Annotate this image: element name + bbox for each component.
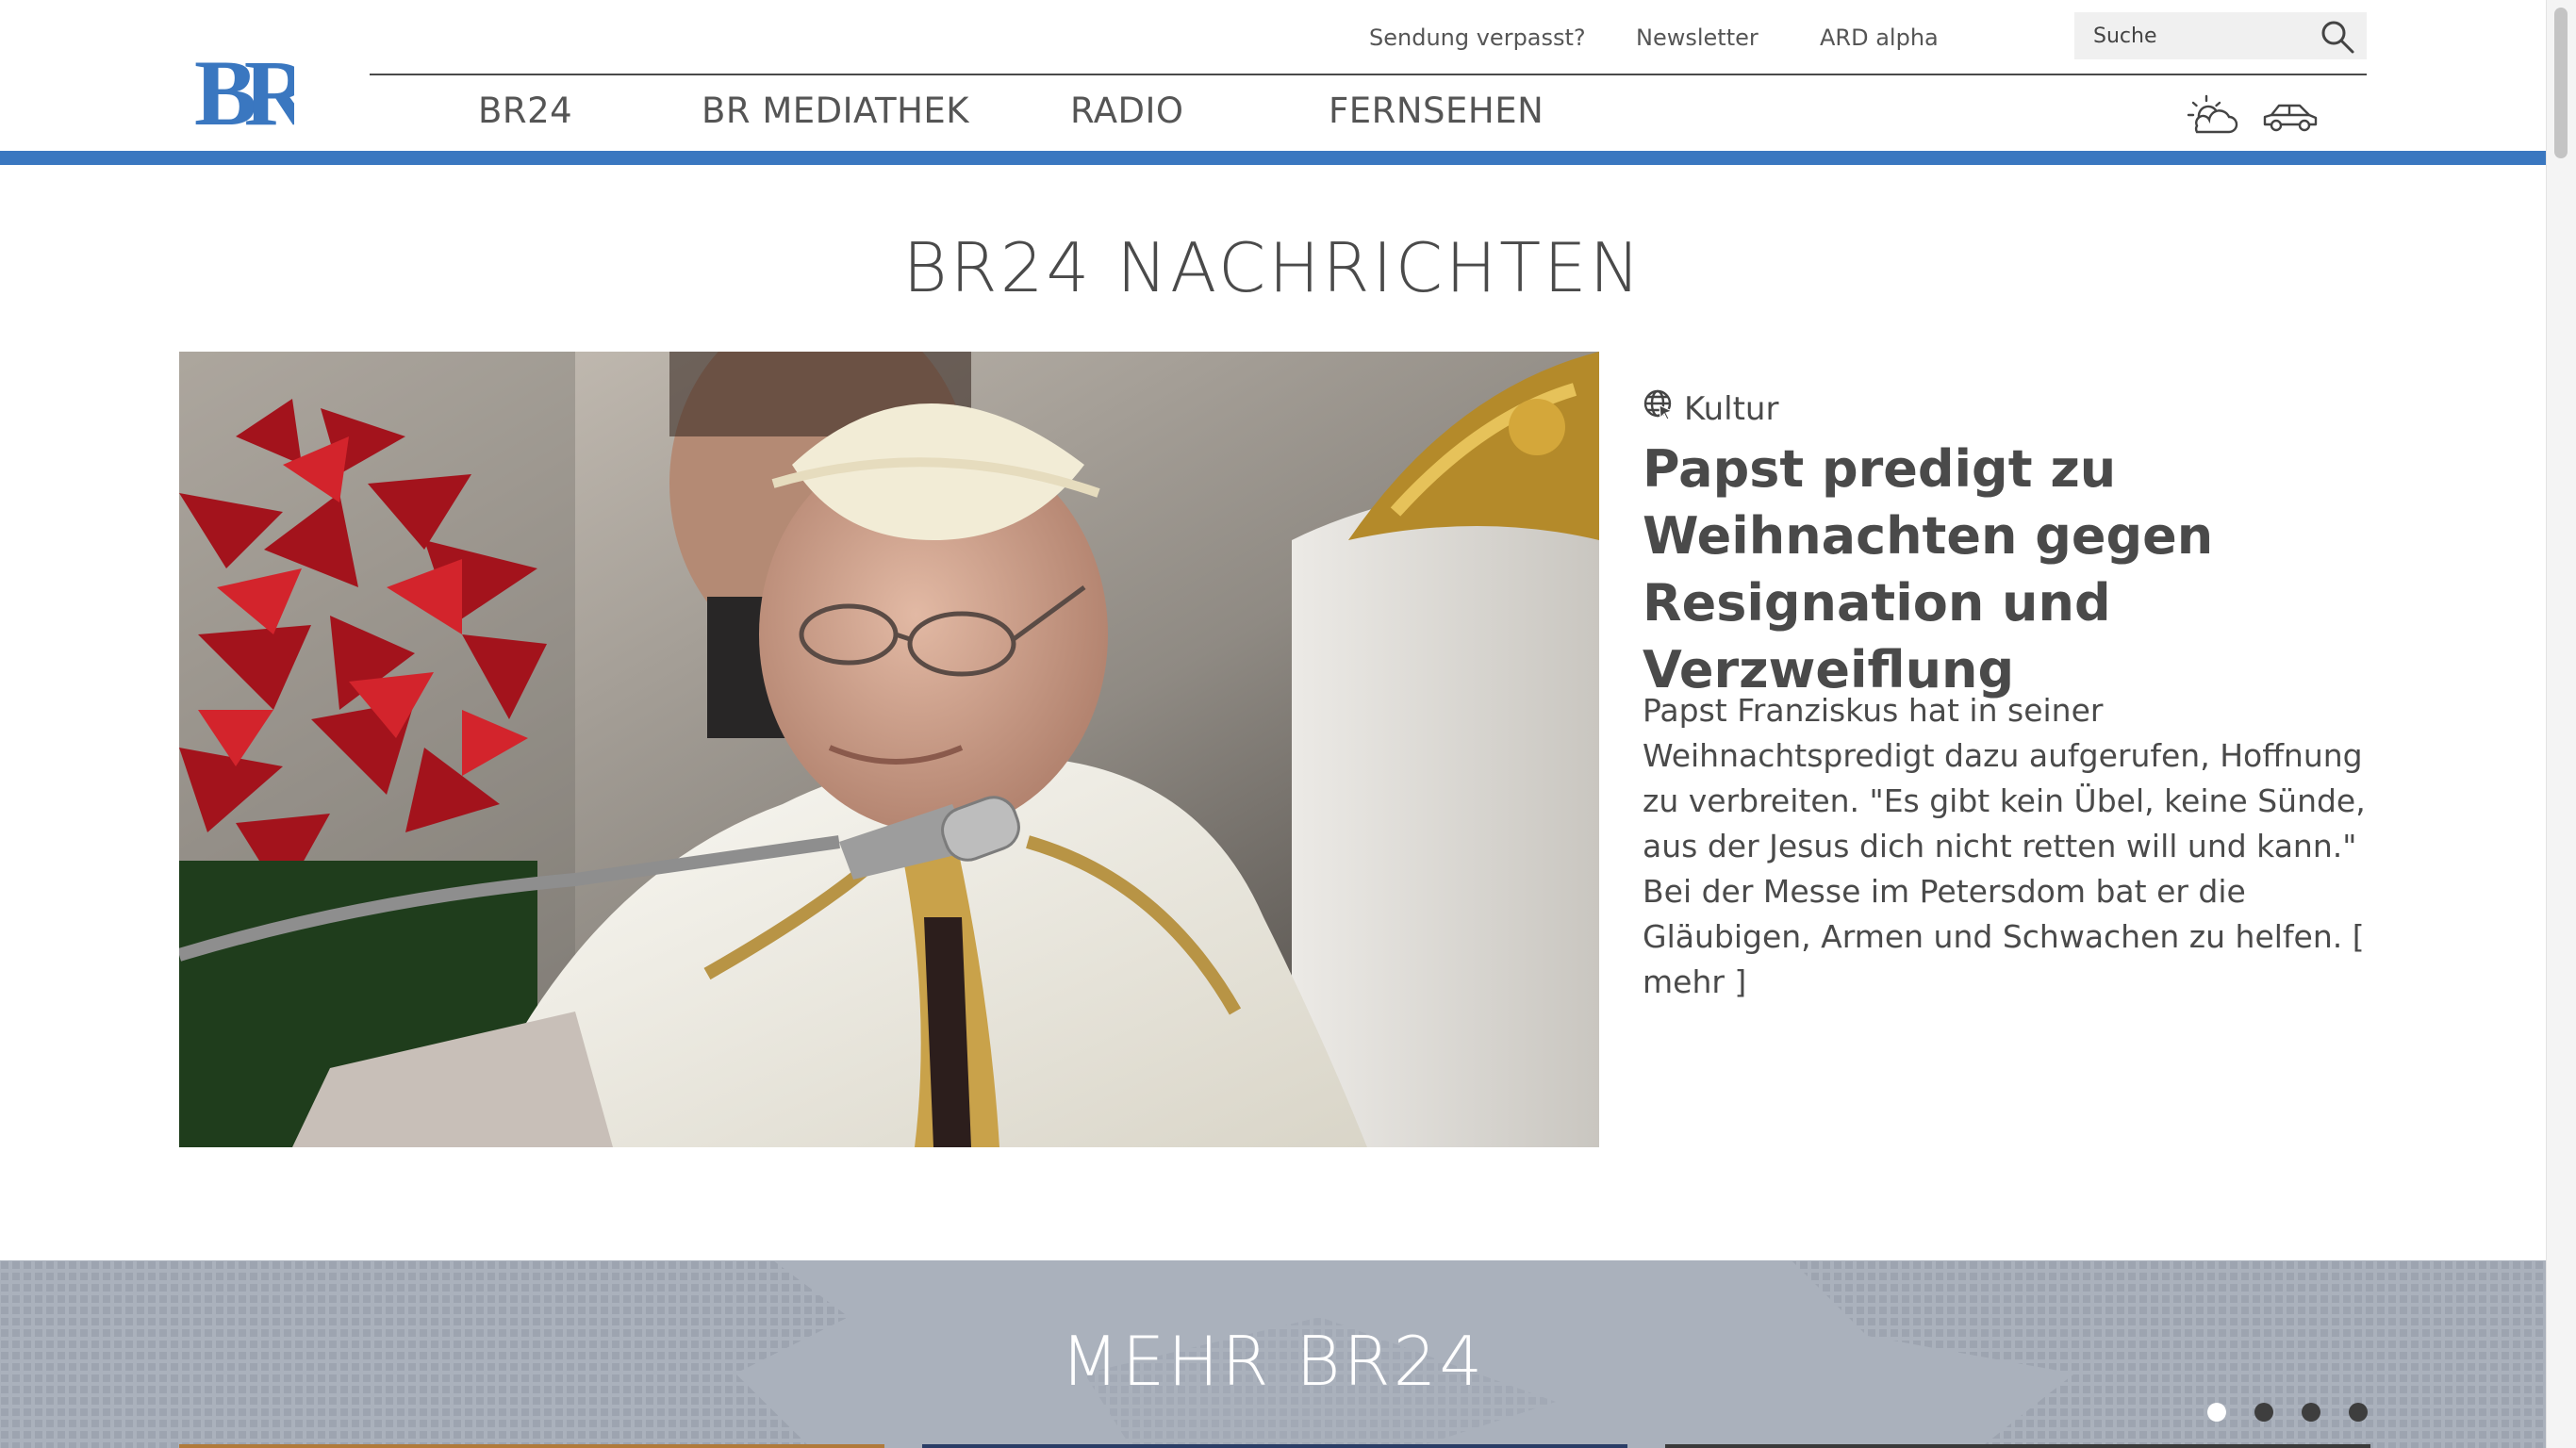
top-link-ard-alpha[interactable]: ARD alpha [1820,25,1939,51]
nav-item-radio[interactable]: RADIO [1070,90,1184,131]
carousel-dot-2[interactable] [2254,1403,2273,1422]
scrollbar-thumb[interactable] [2554,8,2568,158]
top-link-newsletter[interactable]: Newsletter [1636,25,1759,51]
header-divider [370,74,2367,75]
carousel-dot-4[interactable] [2349,1403,2368,1422]
top-link-sendung-verpasst[interactable]: Sendung verpasst? [1369,25,1586,51]
weather-icon[interactable] [2186,92,2240,141]
traffic-icon[interactable] [2261,100,2320,138]
teaser-card-2[interactable] [922,1444,1627,1448]
globe-icon [1643,388,1675,429]
teaser-card-1[interactable] [179,1444,884,1448]
article-summary: Papst Franziskus hat in seiner Weihnacht… [1643,688,2378,1005]
more-section-title: MEHR BR24 [1060,1322,1486,1401]
br-logo[interactable]: BR [194,49,294,128]
carousel-dot-1[interactable] [2207,1403,2226,1422]
teaser-card-3[interactable] [1665,1444,2370,1448]
search-icon[interactable] [2320,19,2355,55]
summary-text: Papst Franziskus hat in seiner Weihnacht… [1643,692,2366,955]
svg-text:BR: BR [194,49,294,128]
scrollbar[interactable] [2546,0,2576,1448]
nav-item-br-mediathek[interactable]: BR MEDIATHEK [702,90,969,131]
article-image[interactable] [179,352,1599,1147]
search-box [2074,12,2367,59]
header-accent-bar [0,151,2546,165]
carousel-dot-3[interactable] [2302,1403,2320,1422]
article-headline[interactable]: Papst predigt zu Weihnachten gegen Resig… [1643,436,2359,703]
nav-item-fernsehen[interactable]: FERNSEHEN [1329,90,1544,131]
category-label: Kultur [1684,389,1779,428]
article-category[interactable]: Kultur [1643,388,1778,429]
section-title: BR24 NACHRICHTEN [902,228,1643,307]
site-header: BR BR Sendung verpasst? Newsletter ARD a… [0,0,2546,166]
search-input[interactable] [2093,20,2301,52]
nav-item-br24[interactable]: BR24 [478,90,572,131]
